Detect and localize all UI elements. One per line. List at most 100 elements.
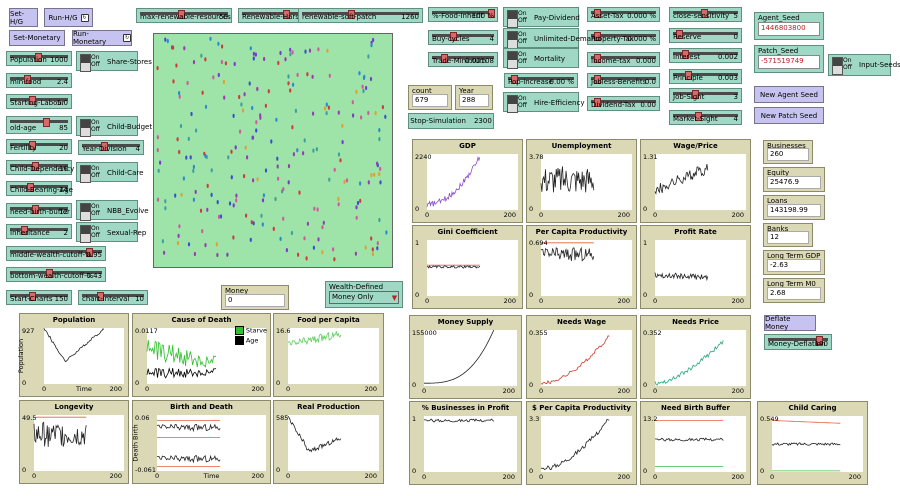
- legend-age: Age: [234, 335, 267, 346]
- need-birth-buffer-slider[interactable]: need-birth-buffer 12: [6, 203, 72, 218]
- money-deflation-slider[interactable]: Money-Deflation 100: [764, 334, 832, 350]
- agent: [315, 147, 318, 152]
- agent: [289, 47, 292, 52]
- starting-labour-slider[interactable]: Starting-Labour 5.0: [6, 94, 72, 109]
- x-max-label: 200: [617, 387, 630, 395]
- child-bearing-age-slider[interactable]: Child-Bearing-Age 14: [6, 181, 73, 196]
- wealth-defined-chooser[interactable]: Wealth-Defined Money Only ▼: [325, 281, 403, 308]
- toggle[interactable]: [80, 54, 91, 72]
- y-max-label: 13.2: [643, 415, 658, 423]
- agent: [221, 44, 224, 49]
- market-sight-slider[interactable]: Market-Sight 4: [669, 110, 742, 125]
- middle-wealth-cutoff-slider[interactable]: middle-wealth-cutoff-% 0.95: [6, 246, 106, 261]
- principle-slider[interactable]: Principle 0.003: [669, 69, 742, 84]
- pay-dividend-switch[interactable]: On Off Pay-Dividend: [503, 7, 580, 28]
- agent: [304, 49, 307, 54]
- pop-increase-slider[interactable]: Pop-Increase 0.00 %: [504, 73, 578, 88]
- chart-interval-slider[interactable]: chart-interval 10: [78, 290, 148, 305]
- trade-minimum-slider[interactable]: Trade-Minimum 0.00108: [428, 52, 498, 67]
- year-division-slider[interactable]: Year-Division 4: [78, 140, 144, 155]
- buy-cycles-slider[interactable]: Buy-cycles 4: [428, 30, 498, 45]
- dividend-tax-slider[interactable]: Dividend-Tax 0.00: [587, 96, 660, 111]
- agent: [327, 105, 330, 110]
- plot-title: Per Capita Productivity: [535, 228, 628, 236]
- run-monetary-button[interactable]: Run-Monetary ↻: [72, 30, 132, 46]
- child-dependency-slider[interactable]: Child-Dependency 16: [6, 160, 74, 175]
- x-max-label: 200: [617, 297, 630, 305]
- max-renewable-resources-slider[interactable]: max-renewable-resources 50: [136, 8, 232, 23]
- world-agents: [156, 36, 388, 262]
- slider-thumb[interactable]: [43, 118, 50, 127]
- set-hg-button[interactable]: Set-H/G: [9, 8, 38, 27]
- hire-efficiency-switch[interactable]: On Off Hire-Efficiency: [503, 92, 584, 113]
- y-min-label: 0: [412, 467, 417, 475]
- slider-value: 0.000 %: [627, 35, 656, 43]
- agent: [376, 161, 379, 166]
- agent: [166, 38, 169, 44]
- inheritance-slider[interactable]: Inheritance 2: [6, 224, 72, 239]
- jobless-benefits-slider[interactable]: Jobless-Benefits 0.0: [587, 73, 660, 88]
- stop-simulation-control[interactable]: Stop-Simulation 2300: [408, 113, 494, 129]
- patch-seed-input[interactable]: Patch_Seed -571519749: [754, 45, 824, 73]
- deflate-money-button[interactable]: Deflate Money: [764, 315, 816, 331]
- new-agent-seed-button[interactable]: New Agent Seed: [754, 86, 824, 103]
- x-axis-label: Time: [203, 472, 220, 480]
- fertility-slider[interactable]: Fertility 20: [6, 139, 72, 154]
- plot-title: Needs Wage: [557, 318, 606, 326]
- agent-seed-input[interactable]: Agent_Seed 1446803800: [754, 12, 824, 40]
- agent: [362, 75, 366, 81]
- renewable-soft-patch-slider[interactable]: renewable-soft-patch 1260: [298, 8, 423, 23]
- y-max-label: 2240: [415, 153, 432, 161]
- share-stores-switch[interactable]: On Off Share-Stores: [76, 51, 152, 72]
- sexual-rep-switch[interactable]: On Off Sexual-Rep: [76, 222, 146, 243]
- run-hg-button[interactable]: Run-H/G ↻: [44, 8, 93, 27]
- agent: [337, 110, 340, 115]
- unlimited-demand-switch[interactable]: On Off Unlimited-Demand: [503, 28, 600, 49]
- agent: [355, 215, 358, 220]
- job-sight-slider[interactable]: Job-Sight 3: [669, 88, 742, 103]
- input-seeds-switch[interactable]: On Off Input-Seeds: [828, 54, 900, 76]
- world-view[interactable]: [153, 33, 393, 268]
- plot-canvas: [655, 330, 746, 386]
- mortality-switch[interactable]: On Off Mortality: [503, 48, 579, 69]
- agent: [317, 237, 320, 242]
- x-min-label: 0: [286, 385, 291, 393]
- agent: [328, 73, 331, 78]
- agent: [185, 155, 188, 160]
- agent: [176, 241, 180, 246]
- interest-slider[interactable]: Interest 0.002: [669, 48, 742, 63]
- agent: [337, 152, 341, 157]
- agent: [316, 207, 319, 212]
- child-care-switch[interactable]: On Off Child-Care: [76, 162, 143, 183]
- child-budget-switch[interactable]: On Off Child-Budget: [76, 116, 152, 137]
- agent: [370, 173, 373, 178]
- nbb-evolve-switch[interactable]: On Off NBB_Evolve: [76, 200, 149, 221]
- start-charts-slider[interactable]: Start-Charts 150: [6, 290, 72, 305]
- agent: [263, 56, 266, 62]
- bottom-wealth-cutoff-slider[interactable]: bottom-wealth-cutoff-% 0.43: [6, 267, 106, 282]
- x-min-label: 0: [425, 297, 430, 305]
- asset-tax-slider[interactable]: Asset-Tax 0.000 %: [587, 7, 660, 22]
- pct-food-inherit-slider[interactable]: %-Food-Inherit 100 %: [428, 7, 498, 22]
- cause-of-death-plot: Cause of Death 0.0117 0 0 200 Starve Age: [132, 313, 271, 397]
- agent: [325, 102, 328, 107]
- slider-value: 0.003: [717, 74, 738, 82]
- x-max-label: 200: [251, 385, 264, 393]
- new-patch-seed-button[interactable]: New Patch Seed: [754, 107, 824, 124]
- agent: [178, 149, 181, 155]
- y-max-label: 0.352: [643, 329, 662, 337]
- income-tax-slider[interactable]: Income-tax 0.000: [587, 52, 660, 67]
- set-monetary-button[interactable]: Set-Monetary: [9, 30, 65, 46]
- old-age-slider[interactable]: old-age 85: [6, 116, 72, 134]
- slider-track[interactable]: [10, 120, 68, 123]
- y-min-label: 0: [529, 467, 534, 475]
- reserve-slider[interactable]: Reserve 0: [669, 28, 742, 43]
- agent: [323, 106, 327, 111]
- slider-label: Jobless-Benefits: [591, 78, 647, 86]
- close-sensitivity-slider[interactable]: close-sensitivity 5: [669, 7, 742, 22]
- agent: [378, 217, 381, 223]
- agent: [306, 221, 309, 226]
- y-min-label: 0: [415, 205, 420, 213]
- population-slider[interactable]: Population 1000: [6, 51, 72, 66]
- min-food-slider[interactable]: min-food 2.4: [6, 73, 72, 88]
